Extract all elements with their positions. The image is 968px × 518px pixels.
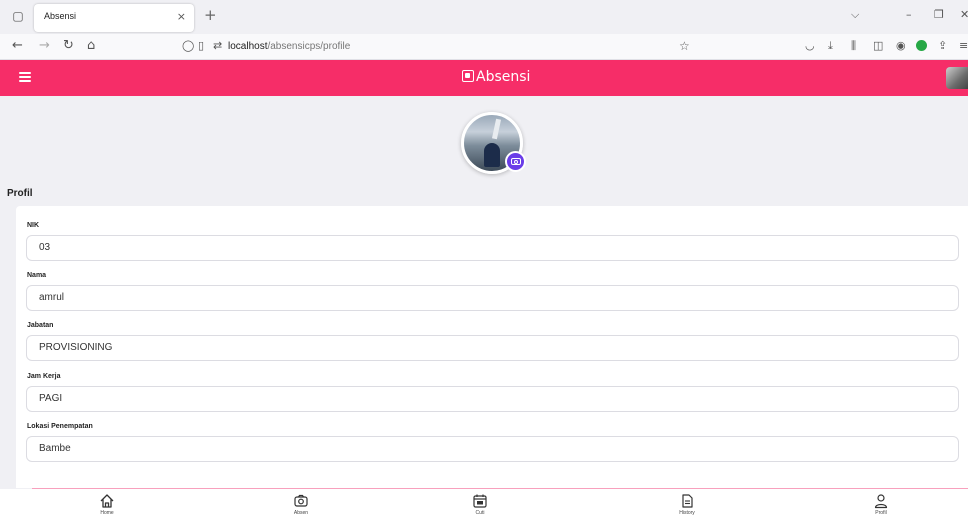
nav-absen-label: Absen xyxy=(293,510,309,516)
address-bar[interactable]: ◯ ▯ ⇄ localhost/absensicps/profile ☆ xyxy=(176,37,696,57)
nik-field[interactable]: 03 xyxy=(26,235,959,261)
url-host: localhost xyxy=(228,41,268,52)
camera-icon xyxy=(294,494,308,507)
field-label-lokasi: Lokasi Penempatan xyxy=(27,423,93,430)
section-title: Profil xyxy=(7,188,33,199)
browser-tab[interactable]: Absensi × xyxy=(34,4,194,32)
menu-icon[interactable]: ≡ xyxy=(959,39,968,53)
header-avatar[interactable] xyxy=(946,67,968,89)
nama-field[interactable]: amrul xyxy=(26,285,959,311)
app-header: Absensi xyxy=(0,60,968,96)
permissions-icon[interactable]: ⇄ xyxy=(213,39,222,52)
download-icon[interactable]: ⤓ xyxy=(828,39,833,53)
tab-close-icon[interactable]: × xyxy=(177,10,186,23)
tab-title: Absensi xyxy=(44,11,77,21)
field-label-nama: Nama xyxy=(27,272,47,279)
tab-list-icon[interactable]: ▢ xyxy=(10,8,26,24)
account-icon[interactable]: ◉ xyxy=(896,39,906,53)
document-icon xyxy=(682,494,693,508)
brand-title: Absensi xyxy=(476,69,531,85)
photo-detail xyxy=(491,118,502,140)
brand-logo-icon xyxy=(462,70,474,82)
profile-card: NIK 03 Nama amrul Jabatan PROVISIONING J… xyxy=(16,206,968,488)
brand: Absensi xyxy=(462,69,530,85)
home-browser-icon[interactable]: ⌂ xyxy=(87,38,95,54)
nav-profil[interactable]: Profil xyxy=(851,489,911,516)
home-icon xyxy=(100,494,114,508)
restore-icon[interactable]: ❐ xyxy=(934,8,944,21)
nav-home[interactable]: Home xyxy=(77,489,137,516)
nav-cuti[interactable]: Cuti xyxy=(450,489,510,516)
tab-overflow-chevron-icon[interactable]: ⌵ xyxy=(851,8,859,22)
bookmark-star-icon[interactable]: ☆ xyxy=(679,39,690,53)
nav-cuti-label: Cuti xyxy=(475,510,485,516)
close-window-icon[interactable]: ✕ xyxy=(960,8,968,21)
extension-icon[interactable] xyxy=(916,40,927,51)
pocket-icon[interactable]: ◡ xyxy=(805,39,815,53)
field-label-jabatan: Jabatan xyxy=(27,322,54,329)
nav-history-label: History xyxy=(679,510,695,516)
share-icon[interactable]: ⇪ xyxy=(938,39,947,53)
reload-icon[interactable]: ↻ xyxy=(63,38,74,54)
browser-nav-bar: ← → ↻ ⌂ ◯ ▯ ⇄ localhost/absensicps/profi… xyxy=(0,34,968,60)
lokasi-field[interactable]: Bambe xyxy=(26,436,959,462)
nav-home-label: Home xyxy=(100,510,114,516)
url-text: localhost/absensicps/profile xyxy=(228,41,350,52)
field-label-jam-kerja: Jam Kerja xyxy=(27,373,61,380)
photo-figure xyxy=(484,143,500,167)
jabatan-field[interactable]: PROVISIONING xyxy=(26,335,959,361)
user-icon xyxy=(874,494,888,509)
minimize-icon[interactable]: – xyxy=(906,8,912,21)
nav-history[interactable]: History xyxy=(657,489,717,516)
new-tab-button[interactable]: + xyxy=(204,7,217,23)
url-path: /absensicps/profile xyxy=(267,41,351,52)
camera-lens xyxy=(514,160,518,164)
nav-absen[interactable]: Absen xyxy=(271,489,331,516)
field-label-nik: NIK xyxy=(27,222,40,229)
hamburger-menu-icon[interactable] xyxy=(19,72,31,82)
library-icon[interactable]: ⫼ xyxy=(851,39,856,53)
sidebar-icon[interactable]: ◫ xyxy=(873,39,883,53)
forward-icon[interactable]: → xyxy=(39,38,50,54)
bottom-nav: Home Absen Cuti History Profil xyxy=(0,489,968,518)
page-icon: ▯ xyxy=(198,39,205,52)
nav-profil-label: Profil xyxy=(875,510,887,516)
shield-icon: ◯ xyxy=(182,39,195,52)
jam-kerja-field[interactable]: PAGI xyxy=(26,386,959,412)
calendar-icon xyxy=(473,494,487,508)
change-photo-camera-icon[interactable] xyxy=(505,151,526,172)
back-icon[interactable]: ← xyxy=(12,38,23,54)
browser-tab-bar: ▢ Absensi × + ⌵ – ❐ ✕ xyxy=(0,0,968,34)
